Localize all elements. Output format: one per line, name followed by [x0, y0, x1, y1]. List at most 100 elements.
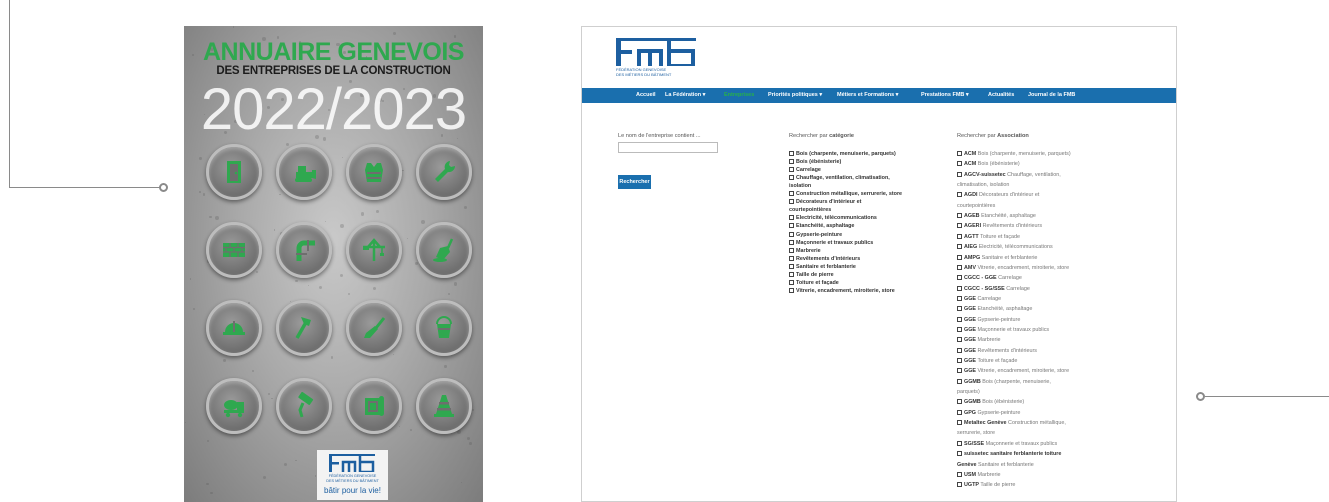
association-checkbox[interactable] — [957, 161, 962, 167]
category-checkbox[interactable] — [789, 191, 794, 197]
nav-item-m-tiers-et-formations[interactable]: Métiers et Formations ▾ — [837, 92, 898, 98]
search-button[interactable]: Rechercher — [618, 175, 651, 189]
category-item[interactable]: Maçonnerie et travaux publics — [789, 239, 873, 246]
category-checkbox[interactable] — [789, 175, 794, 181]
category-checkbox[interactable] — [789, 247, 794, 253]
association-checkbox[interactable] — [957, 244, 962, 250]
association-checkbox[interactable] — [957, 223, 962, 229]
association-checkbox[interactable] — [957, 378, 962, 384]
association-checkbox[interactable] — [957, 358, 962, 363]
association-checkbox[interactable] — [957, 440, 962, 446]
category-checkbox[interactable] — [789, 287, 794, 293]
category-item[interactable]: Taille de pierre — [789, 271, 834, 278]
association-item[interactable]: GGE Gypserie-peinture — [957, 316, 1020, 323]
nav-item-entreprises[interactable]: Entreprises — [724, 92, 754, 98]
category-checkbox[interactable] — [789, 151, 794, 156]
category-item[interactable]: Bois (charpente, menuiserie, parquets) — [789, 151, 896, 157]
association-item[interactable]: GGE Revêtements d'intérieurs — [957, 347, 1037, 354]
nav-item-accueil[interactable]: Accueil — [636, 92, 656, 98]
association-item[interactable]: AMPG Sanitaire et ferblanterie — [957, 254, 1037, 261]
association-item[interactable]: GGE Carrelage — [957, 295, 1001, 302]
category-checkbox[interactable] — [789, 215, 794, 221]
association-checkbox[interactable] — [957, 326, 962, 332]
association-checkbox[interactable] — [957, 451, 962, 457]
association-item[interactable]: ACM Bois (ébénisterie) — [957, 161, 1020, 167]
association-checkbox[interactable] — [957, 275, 962, 281]
association-item[interactable]: AGTT Toiture et façade — [957, 233, 1020, 240]
association-item[interactable]: GPG Gypserie-peinture — [957, 409, 1020, 416]
category-item[interactable]: Carrelage — [789, 167, 821, 173]
association-item[interactable]: GGE Maçonnerie et travaux publics — [957, 326, 1049, 333]
association-item[interactable]: CGCC - GGE Carrelage — [957, 275, 1022, 281]
association-checkbox[interactable] — [957, 347, 962, 353]
association-checkbox[interactable] — [957, 337, 962, 343]
association-checkbox[interactable] — [957, 399, 962, 405]
category-item[interactable]: Chauffage, ventilation, climatisation, — [789, 175, 890, 181]
category-item[interactable]: Construction métallique, serrurerie, sto… — [789, 191, 902, 197]
association-checkbox[interactable] — [957, 368, 962, 374]
association-checkbox[interactable] — [957, 151, 962, 156]
association-item[interactable]: GGE Toiture et façade — [957, 358, 1017, 364]
category-checkbox[interactable] — [789, 159, 794, 165]
association-item[interactable]: AGEB Etanchéité, asphaltage — [957, 213, 1036, 219]
category-item[interactable]: Sanitaire et ferblanterie — [789, 263, 856, 270]
category-item[interactable]: Electricité, télécommunications — [789, 215, 877, 221]
decor-line-right-horizontal — [1205, 396, 1329, 397]
association-checkbox[interactable] — [957, 264, 962, 270]
nav-item-priorit-s-politiques[interactable]: Priorités politiques ▾ — [768, 92, 822, 98]
association-item[interactable]: ACM Bois (charpente, menuiserie, parquet… — [957, 151, 1071, 157]
association-checkbox[interactable] — [957, 420, 962, 426]
association-checkbox[interactable] — [957, 409, 962, 415]
category-checkbox[interactable] — [789, 231, 794, 237]
category-checkbox[interactable] — [789, 255, 794, 261]
association-item[interactable]: GGE Marbrerie — [957, 337, 1001, 343]
association-checkbox[interactable] — [957, 482, 962, 488]
category-checkbox[interactable] — [789, 167, 794, 173]
nav-item-la-f-d-ration[interactable]: La Fédération ▾ — [665, 92, 705, 98]
site-logo[interactable]: FÉDÉRATION GENEVOISE DES MÉTIERS DU BÂTI… — [616, 38, 706, 78]
category-checkbox[interactable] — [789, 199, 794, 205]
association-item[interactable]: suissetec sanitaire ferblanterie toiture — [957, 451, 1061, 457]
association-item[interactable]: AGERI Revêtements d'intérieurs — [957, 223, 1042, 229]
association-checkbox[interactable] — [957, 285, 962, 291]
category-item[interactable]: Bois (ébénisterie) — [789, 159, 841, 165]
nav-item-journal-de-la-fmb[interactable]: Journal de la FMB — [1028, 92, 1075, 98]
association-item[interactable]: USM Marbrerie — [957, 471, 1001, 478]
association-checkbox[interactable] — [957, 306, 962, 312]
nav-item-actualit-s[interactable]: Actualités — [988, 92, 1014, 98]
category-item[interactable]: Etanchéité, asphaltage — [789, 223, 854, 229]
company-name-input[interactable] — [618, 142, 718, 153]
association-item[interactable]: AGDI Décorateurs d'intérieur et — [957, 192, 1039, 198]
association-item[interactable]: GGE Etanchéité, asphaltage — [957, 306, 1032, 312]
association-item[interactable]: AMV Vitrerie, encadrement, miroiterie, s… — [957, 264, 1069, 271]
category-item[interactable]: Décorateurs d'intérieur et — [789, 199, 861, 205]
association-item[interactable]: SG/SSE Maçonnerie et travaux publics — [957, 440, 1057, 447]
category-checkbox[interactable] — [789, 223, 794, 229]
category-item[interactable]: Marbrerie — [789, 247, 821, 254]
association-checkbox[interactable] — [957, 316, 962, 322]
category-checkbox[interactable] — [789, 239, 794, 245]
category-item[interactable]: Revêtements d'intérieurs — [789, 255, 860, 262]
nav-item-prestations-fmb[interactable]: Prestations FMB ▾ — [921, 92, 969, 98]
association-checkbox[interactable] — [957, 171, 962, 177]
association-checkbox[interactable] — [957, 295, 962, 301]
category-item[interactable]: Gypserie-peinture — [789, 231, 842, 238]
association-item[interactable]: UGTP Taille de pierre — [957, 482, 1015, 488]
association-checkbox[interactable] — [957, 192, 962, 198]
association-item[interactable]: Metaltec Genève Construction métallique, — [957, 420, 1066, 426]
category-checkbox[interactable] — [789, 263, 794, 269]
association-item[interactable]: GGMB Bois (ébénisterie) — [957, 399, 1024, 405]
association-checkbox[interactable] — [957, 254, 962, 260]
association-item[interactable]: GGE Vitrerie, encadrement, miroiterie, s… — [957, 368, 1069, 374]
category-item[interactable]: Vitrerie, encadrement, miroiterie, store — [789, 287, 895, 294]
category-checkbox[interactable] — [789, 279, 794, 285]
association-checkbox[interactable] — [957, 233, 962, 239]
association-checkbox[interactable] — [957, 213, 962, 219]
association-item[interactable]: AIEG Electricité, télécommunications — [957, 244, 1053, 250]
association-item[interactable]: AGCV-suissetec Chauffage, ventilation, — [957, 171, 1061, 178]
category-checkbox[interactable] — [789, 271, 794, 277]
association-item[interactable]: CGCC - SG/SSE Carrelage — [957, 285, 1030, 292]
category-item[interactable]: Toiture et façade — [789, 279, 839, 286]
association-item[interactable]: GGMB Bois (charpente, menuiserie, — [957, 378, 1051, 385]
association-checkbox[interactable] — [957, 471, 962, 477]
